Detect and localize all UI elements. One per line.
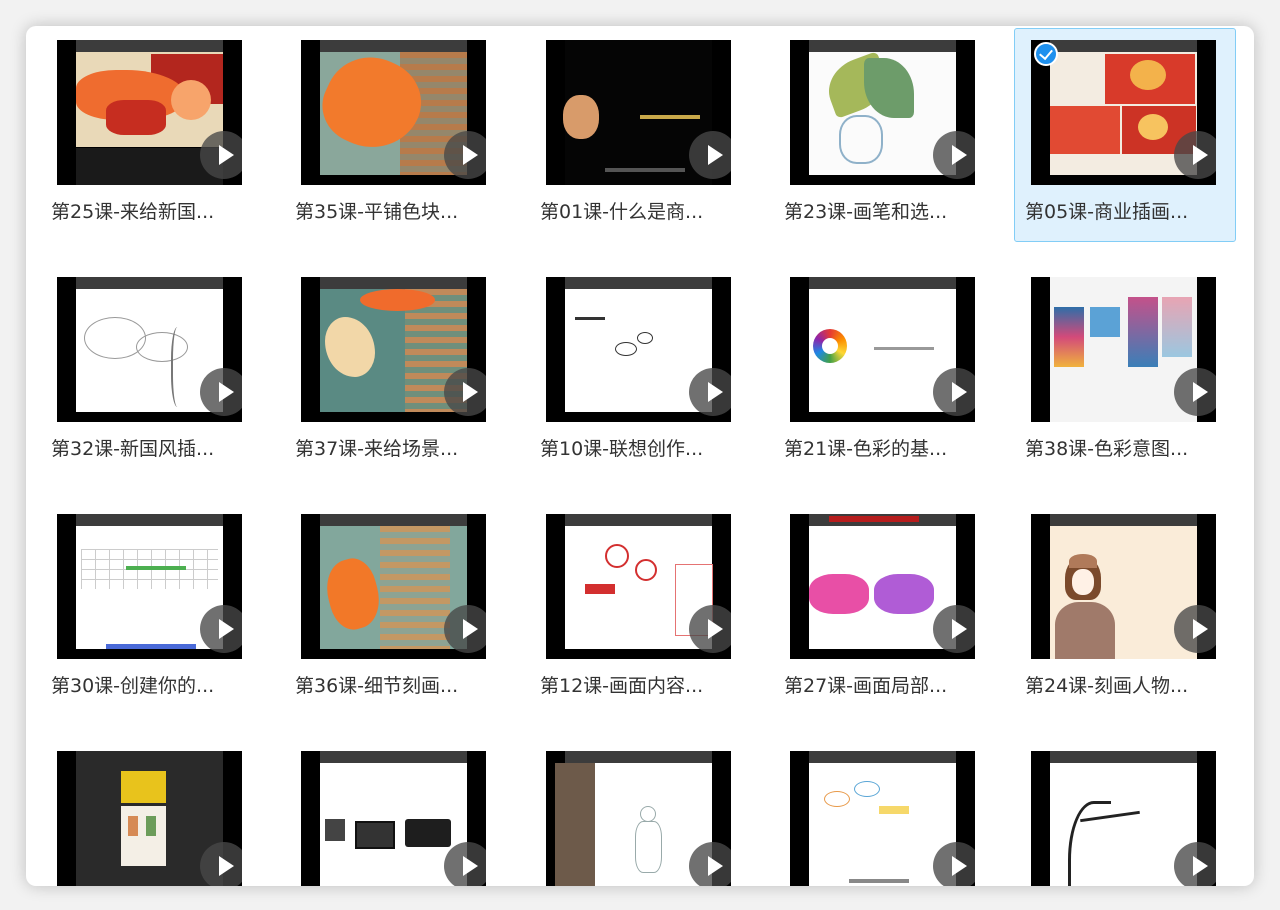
play-icon[interactable] <box>200 368 242 416</box>
play-icon[interactable] <box>689 131 731 179</box>
video-title: 第32课-新国风插... <box>51 438 215 460</box>
video-thumbnail <box>1031 751 1216 886</box>
video-thumbnail <box>301 277 486 422</box>
video-tile[interactable]: 第37课-来给场景... <box>284 265 506 479</box>
video-title: 第05课-商业插画... <box>1025 201 1189 223</box>
video-title: 第38课-色彩意图... <box>1025 438 1189 460</box>
video-thumbnail <box>790 514 975 659</box>
video-thumbnail <box>301 514 486 659</box>
play-icon[interactable] <box>933 842 975 886</box>
video-thumbnail <box>546 751 731 886</box>
video-thumbnail <box>546 277 731 422</box>
video-tile[interactable]: 第01课-什么是商... <box>529 28 751 242</box>
video-grid: 第25课-来给新国... 第35课-平铺色块... 第01课-什么是商... 第… <box>26 26 1254 886</box>
video-title: 第35课-平铺色块... <box>295 201 459 223</box>
video-tile[interactable]: 第12课-画面内容... <box>529 502 751 716</box>
file-browser-window: 第25课-来给新国... 第35课-平铺色块... 第01课-什么是商... 第… <box>26 26 1254 886</box>
checkmark-icon[interactable] <box>1034 42 1058 66</box>
video-tile[interactable] <box>773 739 995 886</box>
video-title: 第10课-联想创作... <box>540 438 704 460</box>
play-icon[interactable] <box>1174 131 1216 179</box>
video-title: 第36课-细节刻画... <box>295 675 459 697</box>
video-title: 第23课-画笔和选... <box>784 201 948 223</box>
video-thumbnail <box>546 514 731 659</box>
video-tile[interactable]: 第36课-细节刻画... <box>284 502 506 716</box>
play-icon[interactable] <box>1174 842 1216 886</box>
video-tile[interactable]: 第38课-色彩意图... <box>1014 265 1236 479</box>
video-thumbnail <box>1031 277 1216 422</box>
play-icon[interactable] <box>444 605 486 653</box>
video-thumbnail <box>57 751 242 886</box>
video-title: 第25课-来给新国... <box>51 201 215 223</box>
play-icon[interactable] <box>444 368 486 416</box>
video-title: 第12课-画面内容... <box>540 675 704 697</box>
play-icon[interactable] <box>689 842 731 886</box>
video-tile[interactable]: 第05课-商业插画... <box>1014 28 1236 242</box>
play-icon[interactable] <box>444 131 486 179</box>
play-icon[interactable] <box>933 368 975 416</box>
video-title: 第01课-什么是商... <box>540 201 704 223</box>
play-icon[interactable] <box>1174 605 1216 653</box>
play-icon[interactable] <box>933 131 975 179</box>
play-icon[interactable] <box>200 131 242 179</box>
play-icon[interactable] <box>200 605 242 653</box>
video-thumbnail <box>546 40 731 185</box>
play-icon[interactable] <box>689 368 731 416</box>
video-tile[interactable]: 第23课-画笔和选... <box>773 28 995 242</box>
play-icon[interactable] <box>933 605 975 653</box>
video-title: 第37课-来给场景... <box>295 438 459 460</box>
video-thumbnail <box>57 277 242 422</box>
video-tile[interactable]: 第30课-创建你的... <box>40 502 262 716</box>
play-icon[interactable] <box>200 842 242 886</box>
video-thumbnail <box>57 40 242 185</box>
video-title: 第27课-画面局部... <box>784 675 948 697</box>
video-tile[interactable]: 第27课-画面局部... <box>773 502 995 716</box>
video-title: 第24课-刻画人物... <box>1025 675 1189 697</box>
video-tile[interactable] <box>40 739 262 886</box>
video-tile[interactable]: 第10课-联想创作... <box>529 265 751 479</box>
video-tile[interactable]: 第32课-新国风插... <box>40 265 262 479</box>
play-icon[interactable] <box>444 842 486 886</box>
video-tile[interactable]: 第25课-来给新国... <box>40 28 262 242</box>
video-tile[interactable] <box>1014 739 1236 886</box>
video-title: 第21课-色彩的基... <box>784 438 948 460</box>
video-tile[interactable]: 第21课-色彩的基... <box>773 265 995 479</box>
video-tile[interactable]: 第24课-刻画人物... <box>1014 502 1236 716</box>
video-thumbnail <box>790 277 975 422</box>
video-thumbnail <box>1031 40 1216 185</box>
video-thumbnail <box>790 40 975 185</box>
play-icon[interactable] <box>1174 368 1216 416</box>
video-thumbnail <box>301 751 486 886</box>
play-icon[interactable] <box>689 605 731 653</box>
video-tile[interactable] <box>284 739 506 886</box>
video-title: 第30课-创建你的... <box>51 675 215 697</box>
video-thumbnail <box>301 40 486 185</box>
video-tile[interactable] <box>529 739 751 886</box>
video-thumbnail <box>790 751 975 886</box>
video-tile[interactable]: 第35课-平铺色块... <box>284 28 506 242</box>
video-thumbnail <box>1031 514 1216 659</box>
video-thumbnail <box>57 514 242 659</box>
